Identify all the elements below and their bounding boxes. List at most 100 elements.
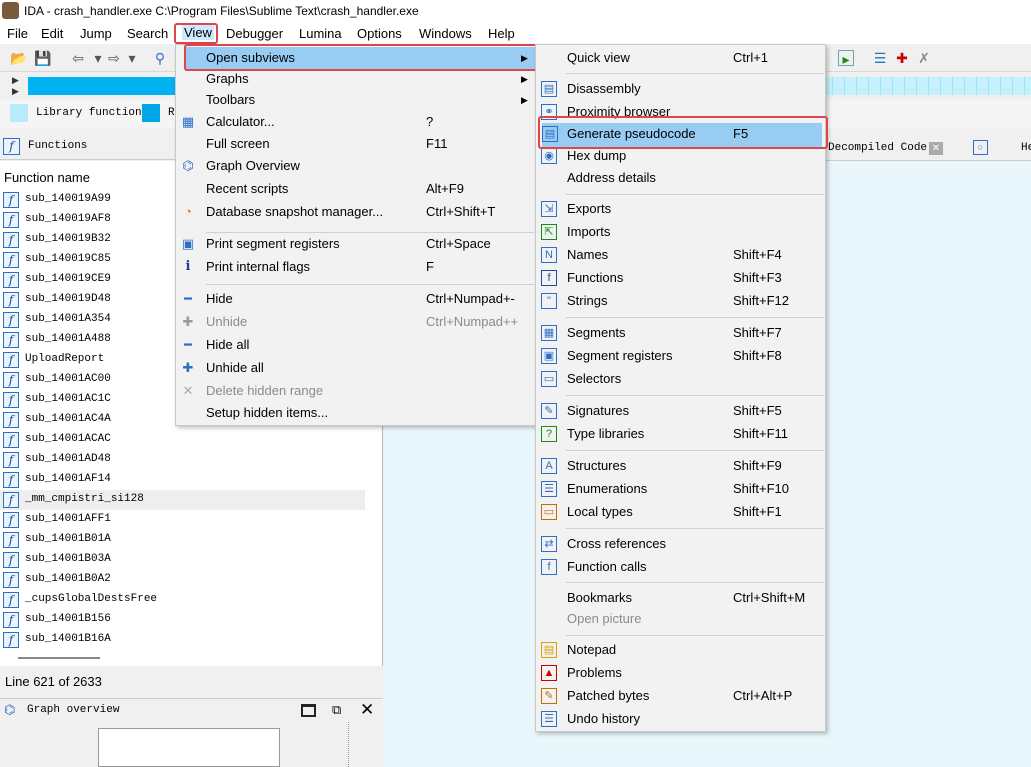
view-menu-unhide-all[interactable]: ✚ Unhide all [176,357,536,379]
view-menu-graph-overview[interactable]: ⌬ Graph Overview [176,155,536,177]
view-menu-setup-hidden-items[interactable]: Setup hidden items... [176,402,536,424]
function-name: sub_140019A99 [25,193,111,205]
menu-help[interactable]: Help [488,26,515,41]
subview-type-libraries[interactable]: ? Type libraries Shift+F11 [536,423,825,445]
subview-open-picture[interactable]: Open picture [536,608,825,630]
menu-item-label: Strings [567,293,608,308]
function-name: sub_140019C85 [25,253,111,265]
menu-item-label: Cross references [567,536,666,551]
menu-item-label: Calculator... [206,114,275,129]
minus-icon: ━ [184,291,192,306]
function-row[interactable]: f _cupsGlobalDestsFree [0,590,365,610]
function-row[interactable]: f sub_14001B01A [0,530,365,550]
menu-item-label: Hex dump [567,148,627,163]
subview-address-details[interactable]: Address details [536,167,825,189]
function-row[interactable]: f sub_14001AF14 [0,470,365,490]
subview-exports[interactable]: ⇲ Exports [536,198,825,220]
breakpoint-icon[interactable]: ✚ [894,50,910,66]
function-row[interactable]: f _mm_cmpistri_si128 [0,490,365,510]
function-row[interactable]: f sub_14001B0A2 [0,570,365,590]
view-menu-graphs[interactable]: Graphs ▶ [176,68,536,90]
view-menu-calculator[interactable]: ▦ Calculator...? [176,111,536,133]
hex-view-icon[interactable]: ○ [973,140,988,155]
nav-arrows-icon[interactable]: ▶ ▶ [12,75,20,97]
view-menu-print-segment-registers[interactable]: ▣ Print segment registers Ctrl+Space [176,233,536,255]
back-arrow-icon[interactable]: ⇦ [70,50,86,66]
list-icon[interactable]: ☰ [872,50,888,66]
view-menu-toolbars[interactable]: Toolbars ▶ [176,89,536,111]
subview-segments[interactable]: ▦ Segments Shift+F7 [536,322,825,344]
problems-icon: ▲ [541,665,557,681]
view-menu-hide[interactable]: ━ Hide Ctrl+Numpad+- [176,288,536,310]
menu-file[interactable]: File [7,26,28,41]
function-row[interactable]: f sub_14001B156 [0,610,365,630]
info-icon: i [185,259,191,274]
menu-edit[interactable]: Edit [41,26,63,41]
signatures-icon: ✎ [541,403,557,419]
function-name: sub_14001AD48 [25,453,111,465]
function-name: UploadReport [25,353,105,365]
subview-segment-registers[interactable]: ▣ Segment registers Shift+F8 [536,345,825,367]
menu-options[interactable]: Options [357,26,402,41]
save-icon[interactable]: 💾 [34,50,51,66]
function-row[interactable]: f sub_14001B16A [0,630,365,650]
subview-bookmarks[interactable]: Bookmarks Ctrl+Shift+M [536,587,825,609]
subview-quick-view[interactable]: Quick view Ctrl+1 [536,47,825,69]
open-folder-icon[interactable]: 📂 [10,50,27,66]
menu-lumina[interactable]: Lumina [299,26,342,41]
menu-item-label: Signatures [567,403,630,418]
restore-icon[interactable]: ⧉ [332,702,341,718]
run-icon[interactable]: ▸ [838,50,854,67]
subview-problems[interactable]: ▲ Problems [536,662,825,684]
function-row[interactable]: f sub_14001ACAC [0,430,365,450]
subview-selectors[interactable]: ▭ Selectors [536,368,825,390]
subview-signatures[interactable]: ✎ Signatures Shift+F5 [536,400,825,422]
subview-disassembly[interactable]: ▤ Disassembly [536,78,825,100]
tab-decompiled-code[interactable]: Decompiled Code [828,142,927,154]
subview-patched-bytes[interactable]: ✎ Patched bytes Ctrl+Alt+P [536,685,825,707]
subview-cross-references[interactable]: ⇄ Cross references [536,533,825,555]
horizontal-scrollbar[interactable] [18,657,100,659]
tab-next-partial[interactable]: He [1021,142,1031,154]
view-menu-full-screen[interactable]: Full screen F11 [176,133,536,155]
unhide-all-icon: ✚ [182,360,194,375]
function-row[interactable]: f sub_14001AD48 [0,450,365,470]
subview-functions[interactable]: f Functions Shift+F3 [536,267,825,289]
maximize-icon[interactable] [301,704,316,717]
chevron-down-icon[interactable]: ▾ [124,50,140,66]
menu-item-label: Hide all [206,337,250,352]
subview-undo-history[interactable]: ☰ Undo history [536,708,825,730]
menu-search[interactable]: Search [127,26,168,41]
view-menu-hide-all[interactable]: ━ Hide all [176,334,536,356]
menu-separator [566,194,824,195]
close-icon[interactable]: ✕ [360,700,374,720]
subview-local-types[interactable]: ▭ Local types Shift+F1 [536,501,825,523]
tools-icon[interactable]: ✗ [916,50,932,66]
menu-item-label: Full screen [206,136,270,151]
view-menu-unhide[interactable]: ✚ Unhide Ctrl+Numpad++ [176,311,536,333]
menu-jump[interactable]: Jump [80,26,112,41]
subview-names[interactable]: N Names Shift+F4 [536,244,825,266]
function-name: sub_140019CE9 [25,273,111,285]
subview-notepad[interactable]: ▤ Notepad [536,639,825,661]
subview-imports[interactable]: ⇱ Imports [536,221,825,243]
graph-overview-canvas[interactable] [98,728,280,767]
menu-item-label: Functions [567,270,624,285]
view-menu-delete-hidden-range[interactable]: ✕ Delete hidden range [176,380,536,402]
menu-debugger[interactable]: Debugger [226,26,283,41]
view-menu-database-snapshot-manager[interactable]: ◔ Database snapshot manager... Ctrl+Shift+… [176,201,536,223]
binoculars-icon[interactable]: ⚲ [152,50,168,66]
subview-strings[interactable]: " Strings Shift+F12 [536,290,825,312]
function-row[interactable]: f sub_14001AFF1 [0,510,365,530]
function-row[interactable]: f sub_14001B03A [0,550,365,570]
menu-windows[interactable]: Windows [419,26,472,41]
subview-enumerations[interactable]: ☰ Enumerations Shift+F10 [536,478,825,500]
view-menu-recent-scripts[interactable]: Recent scripts Alt+F9 [176,178,536,200]
close-tab-icon[interactable]: ✕ [929,142,943,155]
subview-structures[interactable]: A Structures Shift+F9 [536,455,825,477]
forward-arrow-icon[interactable]: ⇨ [106,50,122,66]
subview-function-calls[interactable]: f Function calls [536,556,825,578]
view-menu-print-internal-flags[interactable]: i Print internal flags F [176,256,536,278]
function-name-column-header[interactable]: Function name [4,170,90,185]
chevron-down-icon[interactable]: ▾ [90,50,106,66]
